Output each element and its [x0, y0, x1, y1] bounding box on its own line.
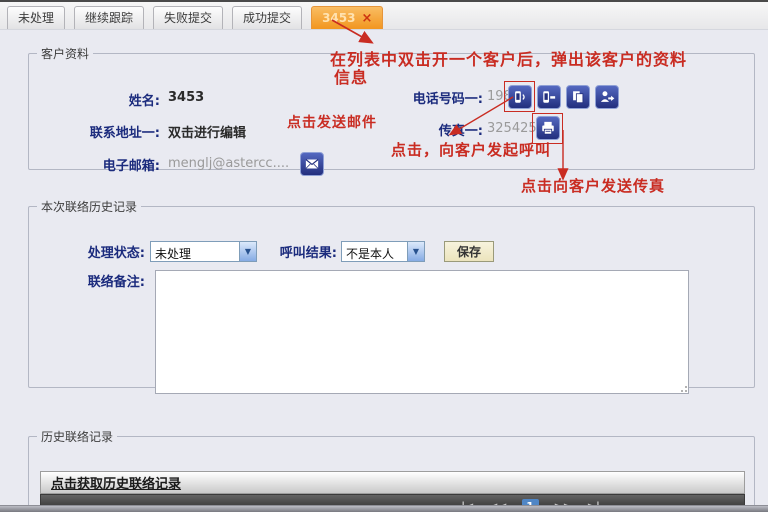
status-label: 处理状态: — [29, 242, 145, 261]
contact-note-label: 联络备注: — [29, 271, 145, 290]
phone-label: 电话号码一: — [279, 88, 483, 107]
contact-note-input[interactable] — [155, 270, 689, 394]
annotation-send-fax: 点击向客户发送传真 — [521, 175, 665, 196]
tab-continue-tracking[interactable]: 继续跟踪 — [74, 6, 144, 29]
address-label: 联系地址一: — [29, 122, 160, 141]
panel-bottom-edge — [0, 505, 768, 512]
transfer-person-icon-glyph — [598, 88, 616, 106]
save-button[interactable]: 保存 — [444, 241, 494, 262]
annotation-open-customer-line2: 信息 — [334, 64, 368, 88]
annotation-open-customer-line1: 在列表中双击开一个客户后，弹出该客户的资料 — [330, 46, 687, 70]
phone-sms-icon[interactable] — [537, 85, 561, 109]
call-result-select-value: 不是本人 — [342, 242, 407, 261]
fetch-history-link[interactable]: 点击获取历史联络记录 — [51, 473, 181, 492]
close-tab-icon[interactable]: × — [361, 8, 372, 29]
tab-customer-3453[interactable]: 3453 × — [311, 6, 383, 29]
email-envelope-icon[interactable] — [300, 152, 324, 176]
tab-bar: 未处理 继续跟踪 失败提交 成功提交 3453 × — [0, 0, 768, 30]
contact-record-section: 本次联络历史记录 处理状态: 未处理 ▼ 呼叫结果: 不是本人 ▼ 保存 联络备… — [28, 198, 755, 388]
tab-customer-label: 3453 — [322, 8, 355, 29]
name-value: 3453 — [168, 90, 204, 105]
annotation-box-call-icon — [504, 81, 535, 112]
tab-failed-submit[interactable]: 失败提交 — [153, 6, 223, 29]
fax-value: 325425 — [487, 121, 537, 136]
email-value: menglj@astercc.... — [168, 156, 289, 171]
contact-record-legend: 本次联络历史记录 — [37, 198, 141, 215]
name-label: 姓名: — [29, 90, 160, 109]
email-label: 电子邮箱: — [29, 155, 160, 174]
tab-success-submit[interactable]: 成功提交 — [232, 6, 302, 29]
history-header-bar: 点击获取历史联络记录 — [40, 471, 745, 494]
call-result-select[interactable]: 不是本人 ▼ — [341, 241, 425, 262]
annotation-make-call: 点击，向客户发起呼叫 — [391, 139, 551, 160]
resize-grip-icon[interactable] — [679, 384, 687, 392]
history-section: 历史联络记录 点击获取历史联络记录 |< << 1 >> >| — [28, 428, 755, 508]
copy-icon[interactable] — [566, 85, 590, 109]
copy-icon-glyph — [569, 88, 587, 106]
tab-unprocessed[interactable]: 未处理 — [7, 6, 65, 29]
call-result-label: 呼叫结果: — [189, 242, 337, 261]
transfer-person-icon[interactable] — [595, 85, 619, 109]
chevron-down-icon[interactable]: ▼ — [407, 242, 424, 261]
history-legend: 历史联络记录 — [37, 428, 117, 445]
email-envelope-icon-glyph — [303, 155, 321, 173]
address-value[interactable]: 双击进行编辑 — [168, 122, 246, 141]
phone-sms-icon-glyph — [540, 88, 558, 106]
annotation-send-email: 点击发送邮件 — [287, 112, 377, 132]
customer-info-legend: 客户资料 — [37, 45, 93, 62]
